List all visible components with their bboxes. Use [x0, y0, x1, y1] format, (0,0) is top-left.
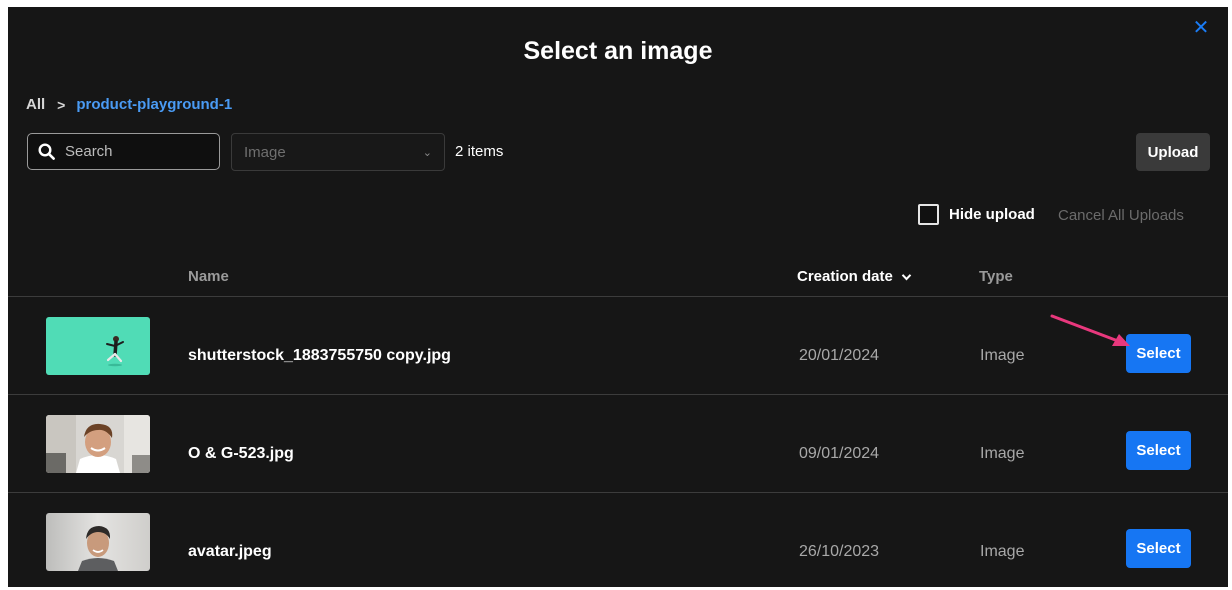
table-row[interactable]: O & G-523.jpg 09/01/2024 Image Select [8, 395, 1228, 493]
file-type: Image [980, 543, 1025, 560]
file-name: O & G-523.jpg [188, 445, 294, 462]
file-name: shutterstock_1883755750 copy.jpg [188, 347, 451, 364]
type-filter-select[interactable]: Image ⌄ [231, 133, 445, 171]
file-creation-date: 09/01/2024 [799, 445, 880, 462]
dialog-title: Select an image [523, 37, 713, 65]
breadcrumb: All > product-playground-1 [26, 96, 232, 113]
column-header-creation-date[interactable]: Creation date [797, 268, 912, 285]
search-box[interactable] [27, 133, 220, 170]
file-creation-date: 20/01/2024 [799, 347, 880, 364]
breadcrumb-item-current[interactable]: product-playground-1 [76, 96, 232, 113]
breadcrumb-item-all[interactable]: All [26, 96, 45, 113]
search-icon [38, 143, 55, 160]
file-type: Image [980, 445, 1025, 462]
hide-upload-checkbox[interactable] [918, 204, 939, 225]
search-input[interactable] [65, 143, 205, 160]
file-name: avatar.jpeg [188, 543, 272, 560]
file-type: Image [980, 347, 1025, 364]
column-header-name: Name [188, 268, 229, 285]
select-button[interactable]: Select [1126, 334, 1191, 373]
hide-upload-toggle[interactable]: Hide upload [918, 204, 1035, 225]
thumbnail-image [46, 415, 150, 473]
select-button[interactable]: Select [1126, 431, 1191, 470]
hide-upload-label: Hide upload [949, 206, 1035, 223]
sort-chevron-down-icon [901, 273, 912, 280]
table-row[interactable]: shutterstock_1883755750 copy.jpg 20/01/2… [8, 297, 1228, 395]
annotation-arrow-icon [1050, 314, 1130, 346]
cancel-all-uploads-button[interactable]: Cancel All Uploads [1058, 207, 1184, 224]
select-image-dialog: Select an image ✕ All > product-playgrou… [8, 7, 1228, 587]
file-creation-date: 26/10/2023 [799, 543, 880, 560]
upload-button[interactable]: Upload [1136, 133, 1210, 171]
thumbnail-image [46, 513, 150, 571]
items-count: 2 items [455, 143, 504, 160]
type-filter-value: Image [244, 143, 286, 161]
thumbnail-image [46, 317, 150, 375]
table-row[interactable]: avatar.jpeg 26/10/2023 Image Select [8, 493, 1228, 587]
column-header-creation-date-label: Creation date [797, 268, 893, 285]
chevron-down-icon: ⌄ [422, 146, 432, 159]
close-icon[interactable]: ✕ [1192, 18, 1210, 38]
breadcrumb-separator-icon: > [57, 96, 66, 113]
column-header-type: Type [979, 268, 1013, 285]
select-button[interactable]: Select [1126, 529, 1191, 568]
